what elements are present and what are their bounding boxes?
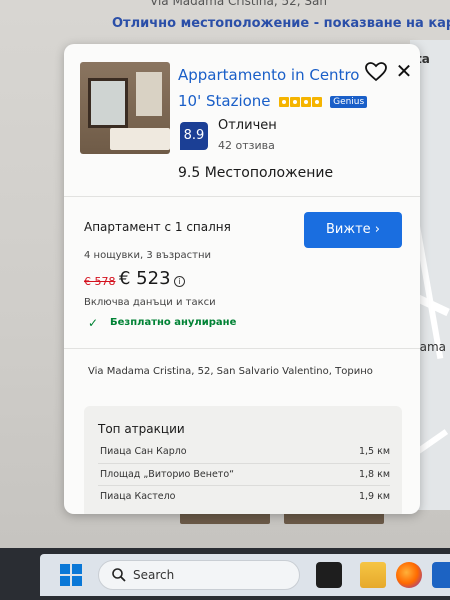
star-icon bbox=[301, 96, 312, 107]
attraction-name: Площад „Виторио Венето“ bbox=[100, 469, 235, 480]
search-placeholder: Search bbox=[133, 568, 175, 582]
file-explorer-icon[interactable] bbox=[360, 562, 386, 588]
star-icon bbox=[290, 96, 301, 107]
review-score-badge: 8.9 bbox=[180, 122, 208, 150]
attraction-name: Пиаца Сан Карло bbox=[100, 446, 187, 457]
property-title[interactable]: Appartamento in Centro 10' Stazione Geni… bbox=[178, 62, 378, 115]
check-icon: ✓ bbox=[88, 316, 99, 330]
attraction-name: Пиаца Кастело bbox=[100, 491, 176, 502]
stay-details: 4 нощувки, 3 възрастни bbox=[84, 250, 211, 261]
star-icon bbox=[279, 96, 290, 107]
property-address: Via Madama Cristina, 52, San Salvario Va… bbox=[88, 366, 373, 377]
property-popup-card: Appartamento in Centro 10' Stazione Geni… bbox=[64, 44, 420, 514]
room-name: Апартамент с 1 спалня bbox=[84, 220, 231, 234]
divider bbox=[98, 485, 390, 486]
windows-start-icon[interactable] bbox=[60, 564, 82, 586]
review-score-label: Отличен bbox=[218, 118, 277, 133]
attractions-title: Топ атракции bbox=[98, 422, 185, 436]
firefox-icon[interactable] bbox=[396, 562, 422, 588]
chevron-right-icon: › bbox=[374, 222, 380, 237]
original-price: € 578 bbox=[84, 275, 116, 288]
property-title-line2[interactable]: 10' Stazione bbox=[178, 92, 271, 110]
see-button-label: Вижте bbox=[326, 222, 371, 237]
info-icon[interactable]: i bbox=[174, 276, 185, 287]
search-icon bbox=[112, 568, 126, 582]
attraction-row: Пиаца Кастело 1,9 км bbox=[100, 491, 390, 502]
heart-icon[interactable] bbox=[364, 60, 388, 84]
taskbar-search-box[interactable]: Search bbox=[98, 560, 300, 590]
property-title-line1[interactable]: Appartamento in Centro bbox=[178, 62, 378, 88]
store-icon[interactable] bbox=[432, 562, 450, 588]
attraction-distance: 1,8 км bbox=[358, 469, 390, 480]
attraction-row: Пиаца Сан Карло 1,5 км bbox=[100, 446, 390, 457]
attraction-row: Площад „Виторио Венето“ 1,8 км bbox=[100, 469, 390, 480]
attraction-distance: 1,9 км bbox=[358, 491, 390, 502]
free-cancellation: Безплатно анулиране bbox=[110, 317, 237, 328]
genius-badge: Genius bbox=[330, 95, 368, 108]
see-availability-button[interactable]: Вижте › bbox=[304, 212, 402, 248]
show-on-map-link[interactable]: Отлично местоположение - показване на ка… bbox=[112, 16, 450, 31]
taskbar: Search bbox=[0, 548, 450, 600]
taxes-note: Включва данъци и такси bbox=[84, 297, 216, 308]
divider bbox=[64, 196, 420, 197]
top-attractions-panel: Топ атракции Пиаца Сан Карло 1,5 км Площ… bbox=[84, 406, 402, 514]
attraction-distance: 1,5 км bbox=[358, 446, 390, 457]
task-view-icon[interactable] bbox=[316, 562, 342, 588]
star-rating bbox=[279, 89, 323, 115]
close-icon[interactable]: ✕ bbox=[392, 58, 416, 84]
taskbar-surface: Search bbox=[40, 554, 450, 596]
background-address: Via Madama Cristina, 52, San bbox=[150, 0, 327, 8]
browser-viewport: Via Madama Cristina, 52, San Отлично мес… bbox=[0, 0, 450, 548]
divider bbox=[64, 348, 420, 349]
divider bbox=[98, 463, 390, 464]
review-count[interactable]: 42 отзива bbox=[218, 139, 275, 152]
star-icon bbox=[312, 96, 323, 107]
location-score: 9.5 Местоположение bbox=[178, 165, 334, 181]
property-thumbnail[interactable] bbox=[80, 62, 170, 154]
current-price: € 523 bbox=[119, 268, 171, 289]
